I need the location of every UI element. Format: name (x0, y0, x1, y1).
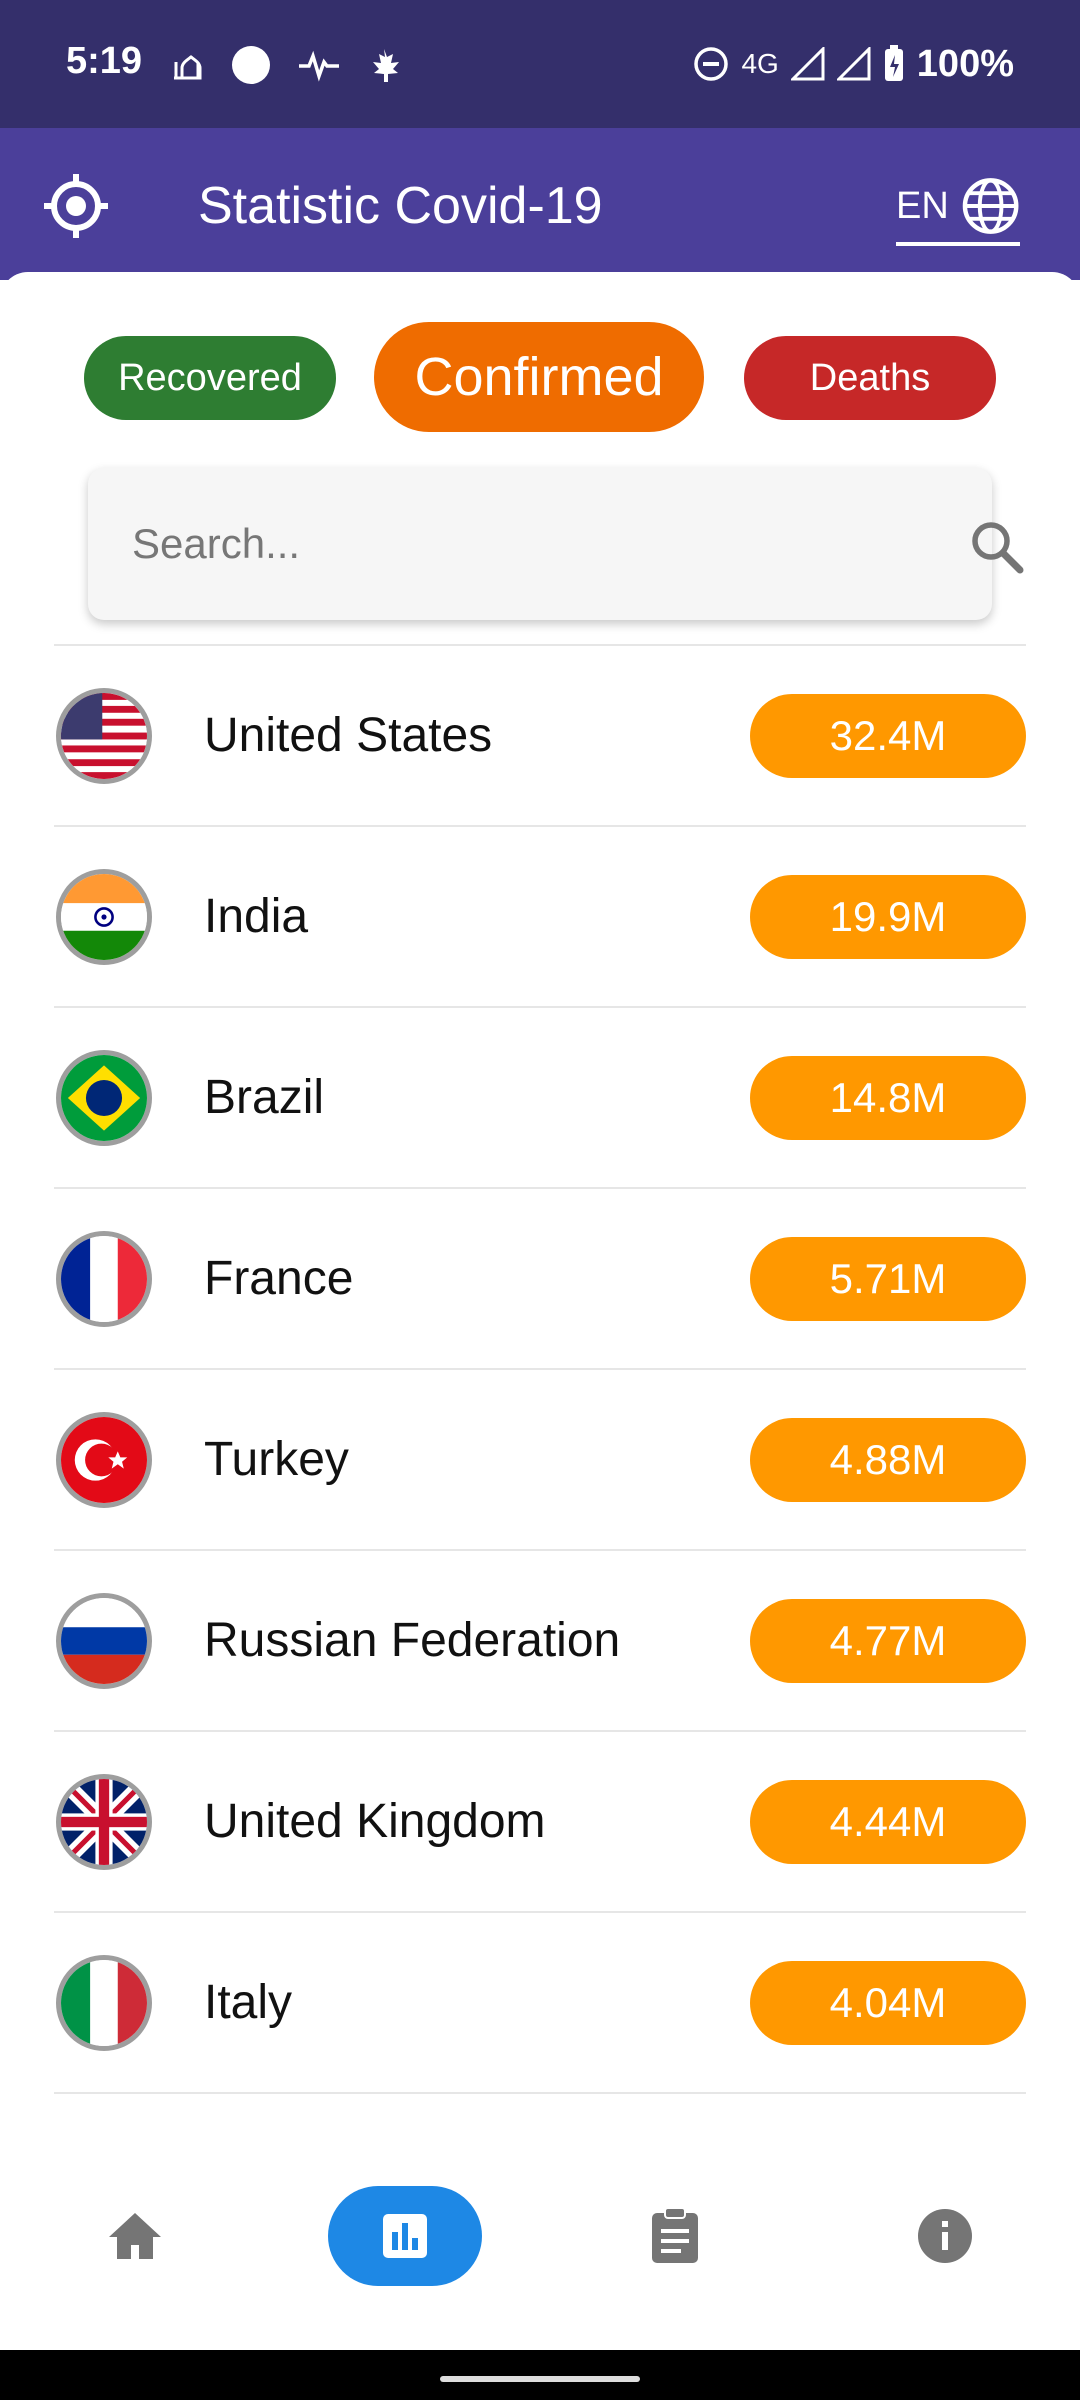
signal-icon-2 (836, 47, 871, 81)
status-right: 4G 100% (693, 38, 1014, 90)
country-row[interactable]: India 19.9M (54, 827, 1026, 1008)
nav-home[interactable] (80, 2186, 190, 2286)
country-name: Russian Federation (204, 1614, 621, 1667)
gesture-navigation-bar (0, 2350, 1080, 2400)
russia-flag-icon (56, 1593, 152, 1689)
uk-flag-icon (56, 1774, 152, 1870)
case-count-badge: 4.04M (750, 1961, 1026, 2045)
signal-icon (790, 47, 825, 81)
case-count-badge: 4.88M (750, 1418, 1026, 1502)
leaf-notification-icon (373, 49, 399, 82)
case-count-badge: 32.4M (750, 694, 1026, 778)
country-list: United States 32.4M India 19.9M Brazil 1… (54, 644, 1026, 2094)
deaths-filter-button[interactable]: Deaths (744, 336, 996, 420)
status-time: 5:19 (66, 40, 143, 82)
info-icon (918, 2209, 972, 2263)
language-button[interactable]: EN (896, 170, 1020, 246)
locate-button[interactable] (40, 170, 112, 242)
bottom-navigation (0, 2150, 1080, 2350)
app-bar: Statistic Covid-19 EN (0, 128, 1080, 280)
country-row[interactable]: Italy 4.04M (54, 1913, 1026, 2094)
turkey-flag-icon (56, 1412, 152, 1508)
country-row[interactable]: Russian Federation 4.77M (54, 1551, 1026, 1732)
clipboard-icon (652, 2207, 698, 2263)
battery-level: 100% (916, 42, 1014, 85)
country-row[interactable]: France 5.71M (54, 1189, 1026, 1370)
italy-flag-icon (56, 1955, 152, 2051)
globe-icon (962, 178, 1019, 234)
dnd-icon (694, 47, 729, 81)
network-type: 4G (741, 48, 779, 79)
search-icon[interactable] (968, 518, 1026, 576)
country-name: Brazil (204, 1071, 325, 1124)
bar-chart-icon (383, 2214, 427, 2258)
content-sheet: Recovered Confirmed Deaths Search... Uni… (0, 272, 1080, 2342)
country-row[interactable]: Brazil 14.8M (54, 1008, 1026, 1189)
case-count-badge: 4.77M (750, 1599, 1026, 1683)
confirmed-filter-button[interactable]: Confirmed (374, 322, 704, 432)
search-input[interactable] (132, 508, 892, 580)
case-count-badge: 14.8M (750, 1056, 1026, 1140)
country-name: Italy (204, 1976, 293, 2029)
country-name: United Kingdom (204, 1795, 546, 1848)
pulse-notification-icon (299, 50, 339, 82)
country-row[interactable]: Turkey 4.88M (54, 1370, 1026, 1551)
recovered-filter-button[interactable]: Recovered (84, 336, 336, 420)
brazil-flag-icon (56, 1050, 152, 1146)
nav-info[interactable] (890, 2186, 1000, 2286)
case-count-badge: 19.9M (750, 875, 1026, 959)
app-screen: 5:19 4G 100% Statistic Covid-19 EN Recov… (0, 0, 1080, 2400)
notification-icons (170, 40, 402, 90)
case-count-badge: 4.44M (750, 1780, 1026, 1864)
india-flag-icon (56, 869, 152, 965)
mosque-notification-icon (174, 55, 202, 80)
search-box (88, 468, 1024, 620)
page-title: Statistic Covid-19 (198, 177, 603, 235)
home-icon (109, 2213, 161, 2259)
nav-reports[interactable] (620, 2186, 730, 2286)
circle-notification-icon (232, 46, 270, 84)
status-bar: 5:19 4G 100% (0, 0, 1080, 128)
language-code: EN (896, 184, 949, 227)
country-row[interactable]: United Kingdom 4.44M (54, 1732, 1026, 1913)
country-name: France (204, 1252, 354, 1305)
country-name: United States (204, 709, 493, 762)
france-flag-icon (56, 1231, 152, 1327)
filter-chips: Recovered Confirmed Deaths (0, 302, 1080, 432)
gps-target-icon (44, 174, 108, 238)
nav-statistics[interactable] (328, 2186, 482, 2286)
country-row[interactable]: United States 32.4M (54, 646, 1026, 827)
case-count-badge: 5.71M (750, 1237, 1026, 1321)
country-name: Turkey (204, 1433, 349, 1486)
us-flag-icon (56, 688, 152, 784)
home-gesture-handle[interactable] (440, 2376, 640, 2382)
country-name: India (204, 890, 309, 943)
battery-charging-icon (884, 45, 903, 81)
